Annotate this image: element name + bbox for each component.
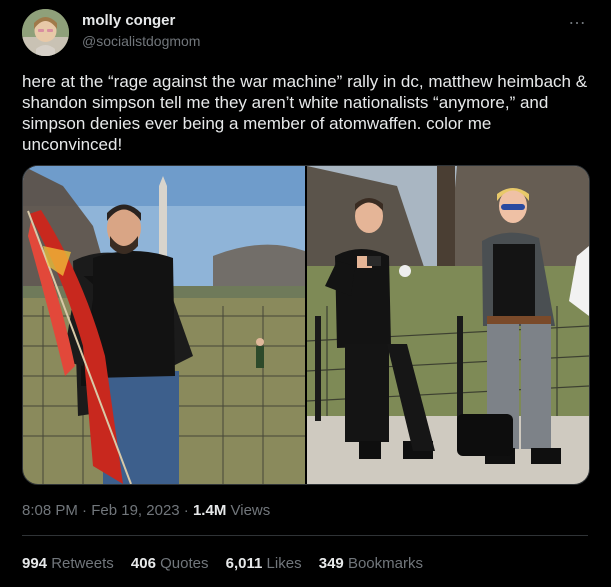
tweet: molly conger @socialistdogmom … here at … [0,0,611,587]
likes-stat[interactable]: 6,011 Likes [226,555,306,572]
photo-right[interactable] [307,166,589,484]
more-options-icon[interactable]: … [568,8,587,29]
media-grid[interactable] [22,165,590,485]
bookmarks-count: 349 [318,555,344,572]
quotes-stat[interactable]: 406 Quotes [131,555,213,572]
divider [22,535,588,536]
bookmarks-label: Bookmarks [347,555,423,572]
likes-label: Likes [266,555,302,572]
views-label: Views [230,502,271,519]
retweets-label: Retweets [51,555,114,572]
tweet-meta: 8:08 PM · Feb 19, 2023 · 1.4M Views [22,502,270,519]
quotes-label: Quotes [160,555,209,572]
photo-left[interactable] [23,166,305,484]
rally-photo-right [307,166,589,484]
quotes-count: 406 [130,555,156,572]
rally-photo-left [23,166,305,484]
retweets-count: 994 [22,555,48,572]
author-handle[interactable]: @socialistdogmom [82,33,200,49]
likes-count: 6,011 [225,555,263,572]
retweets-stat[interactable]: 994 Retweets [22,555,118,572]
tweet-time[interactable]: 8:08 PM [22,502,78,519]
profile-photo-icon [22,9,69,56]
meta-separator: · [82,502,92,519]
views-count: 1.4M [192,502,227,519]
engagement-stats: 994 Retweets 406 Quotes 6,011 Likes 349 … [22,555,436,572]
tweet-text: here at the “rage against the war machin… [22,72,588,154]
meta-separator: · [183,502,193,519]
bookmarks-stat[interactable]: 349 Bookmarks [319,555,423,572]
tweet-date[interactable]: Feb 19, 2023 [91,502,179,519]
author-name[interactable]: molly conger [82,12,175,29]
avatar[interactable] [22,9,69,56]
